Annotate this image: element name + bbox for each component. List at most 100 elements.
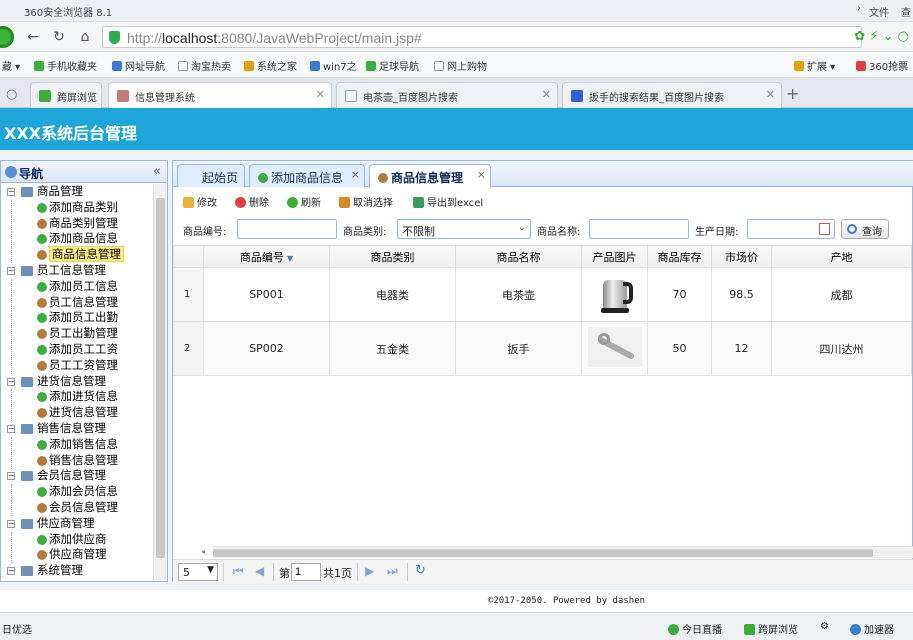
collapse-toggle-icon[interactable]: −	[7, 472, 15, 481]
column-header[interactable]: 商品类别	[329, 245, 456, 268]
reload-icon[interactable]: ↻	[50, 28, 68, 46]
query-button[interactable]: 查询	[841, 219, 889, 239]
tree-group[interactable]: − 进货信息管理	[1, 374, 151, 390]
tree-group[interactable]: − 供应商管理	[1, 516, 151, 532]
refresh-button[interactable]: 刷新	[287, 194, 321, 209]
browser-tab[interactable]: 电茶壶_百度图片搜索 ✕	[336, 82, 558, 108]
column-header[interactable]: 市场价	[711, 245, 772, 268]
tree-item[interactable]: 进货信息管理	[1, 405, 151, 422]
tree-item[interactable]: 商品信息管理	[1, 246, 151, 264]
page-number-input[interactable]	[291, 563, 321, 581]
prev-page-icon[interactable]: ◀	[255, 564, 264, 578]
table-row[interactable]: 2 SP002 五金类 扳手 50 12 四川达州	[173, 321, 912, 376]
close-icon[interactable]: ×	[477, 168, 486, 181]
back-arrow-icon[interactable]: ←	[24, 28, 42, 46]
accelerator-button[interactable]: 加速器	[850, 621, 894, 636]
table-row[interactable]: 1 SP001 电器类 电茶壶 70 98.5 成都	[173, 267, 912, 322]
close-icon[interactable]: ✕	[542, 88, 551, 101]
column-header[interactable]: 商品名称	[455, 245, 582, 268]
live-button[interactable]: 今日直播	[668, 621, 722, 636]
bookmark-item[interactable]: 网址导航	[112, 58, 165, 73]
tab-add-product[interactable]: 添加商品信息 ×	[249, 164, 365, 187]
name-input[interactable]	[589, 219, 689, 239]
close-icon[interactable]: ✕	[316, 88, 325, 101]
tree-item[interactable]: 添加员工出勤	[1, 310, 151, 327]
tree-item[interactable]: 添加商品信息	[1, 231, 151, 248]
type-select[interactable]: 不限制 ⌄	[397, 219, 531, 239]
bookmark-item[interactable]: 手机收藏夹	[34, 58, 97, 73]
bookmark-item[interactable]: 淘宝热卖	[178, 58, 231, 73]
tree-group[interactable]: − 商品管理	[1, 184, 151, 200]
bookmark-item[interactable]: 系统之家	[244, 58, 297, 73]
menu-file[interactable]: 文件	[869, 4, 889, 19]
refresh-icon[interactable]: ↻	[415, 563, 426, 578]
bookmark-item[interactable]: 360抢票	[856, 58, 908, 73]
tree-group[interactable]: − 销售信息管理	[1, 421, 151, 437]
date-input[interactable]	[747, 219, 835, 239]
collapse-toggle-icon[interactable]: −	[7, 266, 15, 275]
bookmark-item[interactable]: 扩展 ▾	[794, 58, 835, 73]
url-input[interactable]: http://localhost:8080/JavaWebProject/mai…	[102, 26, 862, 48]
collapse-toggle-icon[interactable]: −	[7, 424, 15, 433]
column-header[interactable]: 商品编号 ▼	[203, 245, 330, 268]
column-header[interactable]: 产品图片	[581, 245, 648, 268]
tree-item[interactable]: 添加销售信息	[1, 436, 151, 453]
home-tab-icon[interactable]: ○	[6, 87, 17, 102]
bookmark-item[interactable]: win7之	[310, 58, 357, 73]
tree-item[interactable]: 员工信息管理	[1, 294, 151, 311]
tree-group[interactable]: − 会员信息管理	[1, 468, 151, 484]
delete-button[interactable]: 删除	[235, 194, 269, 209]
tree-item[interactable]: 添加会员信息	[1, 484, 151, 501]
settings-icon[interactable]: ⚙	[820, 621, 829, 632]
browser-tab-active[interactable]: 信息管理系统 ✕	[108, 82, 332, 108]
export-excel-button[interactable]: 导出到excel	[413, 194, 483, 209]
tree-item[interactable]: 供应商管理	[1, 547, 151, 564]
scroll-left-icon[interactable]: ◂	[201, 547, 205, 556]
cross-screen-button[interactable]: 跨屏浏览	[744, 621, 798, 636]
close-icon[interactable]: ✕	[766, 88, 775, 101]
tree-item[interactable]: 员工工资管理	[1, 357, 151, 374]
first-page-icon[interactable]: ⏮	[233, 564, 244, 579]
bookmark-item[interactable]: 足球导航	[366, 58, 419, 73]
collapse-icon[interactable]: «	[153, 164, 161, 179]
tree-item[interactable]: 添加商品类别	[1, 199, 151, 216]
collapse-toggle-icon[interactable]: −	[7, 188, 15, 196]
scrollbar-thumb[interactable]	[156, 198, 165, 558]
tree-item[interactable]: 添加员工信息	[1, 278, 151, 295]
calendar-icon[interactable]	[819, 223, 830, 235]
tree-item[interactable]: 添加员工工资	[1, 341, 151, 358]
tree-item[interactable]: 添加供应商	[1, 531, 151, 548]
code-input[interactable]	[237, 219, 337, 239]
home-icon[interactable]: ⌂	[76, 28, 94, 46]
grid-hscrollbar[interactable]: ◂	[201, 546, 913, 558]
extensions-icons[interactable]: ✿ ⚡ ⌄ ○	[854, 29, 909, 44]
collapse-toggle-icon[interactable]: −	[7, 519, 15, 528]
tree-group[interactable]: − 员工信息管理	[1, 263, 151, 279]
next-page-icon[interactable]: ▶	[365, 564, 374, 578]
new-tab-icon[interactable]: +	[786, 84, 799, 103]
column-header[interactable]: 产地	[771, 245, 912, 268]
tree-group[interactable]: − 系统管理	[1, 563, 151, 579]
tab-product-manage[interactable]: 商品信息管理 ×	[369, 164, 491, 188]
bookmark-item[interactable]: 网上购物	[434, 58, 487, 73]
last-page-icon[interactable]: ⏭	[387, 564, 398, 579]
column-header[interactable]: 商品库存	[647, 245, 712, 268]
tree-item[interactable]: 会员信息管理	[1, 499, 151, 516]
close-icon[interactable]: ×	[351, 168, 360, 181]
nav-scrollbar[interactable]	[153, 184, 167, 580]
collapse-toggle-icon[interactable]: −	[7, 567, 15, 576]
menu-view[interactable]: 查	[901, 4, 911, 19]
tree-item[interactable]: 员工出勤管理	[1, 326, 151, 343]
cancel-select-button[interactable]: 取消选择	[339, 194, 393, 209]
status-promo[interactable]: 日优选	[2, 621, 32, 636]
tree-item[interactable]: 销售信息管理	[1, 452, 151, 469]
browser-tab[interactable]: 扳手的搜索结果_百度图片搜索 ✕	[562, 82, 782, 108]
page-size-select[interactable]: 5 ▼	[178, 563, 218, 581]
scrollbar-thumb[interactable]	[213, 549, 873, 557]
tab-start-page[interactable]: 起始页	[177, 164, 245, 187]
bookmark-item[interactable]: 藏 ▾	[2, 58, 20, 73]
browser-tab[interactable]: 跨屏浏览	[30, 82, 102, 108]
collapse-toggle-icon[interactable]: −	[7, 377, 15, 386]
chevron-right-icon[interactable]: ›	[857, 3, 861, 14]
tree-item[interactable]: 商品类别管理	[1, 215, 151, 232]
